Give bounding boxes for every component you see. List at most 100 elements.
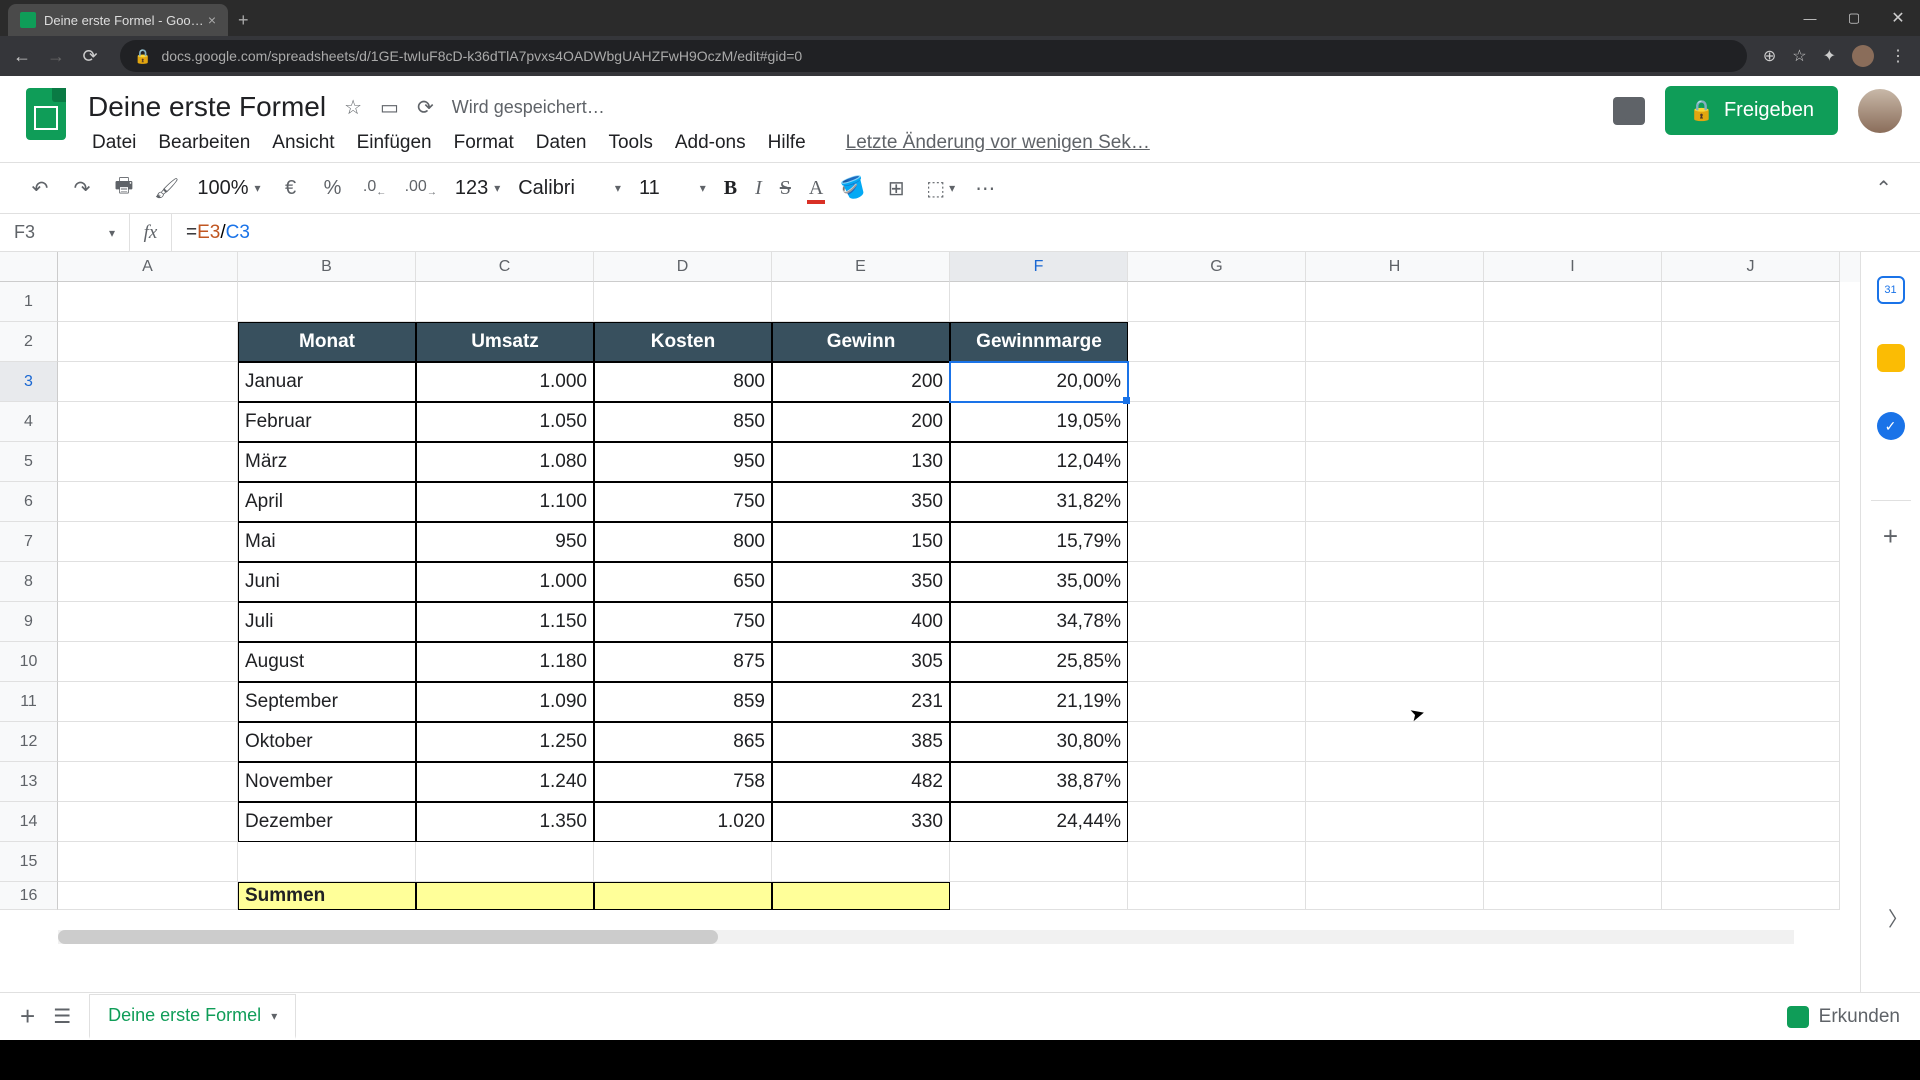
cell-D9[interactable]: 750 [594, 602, 772, 642]
menu-ansicht[interactable]: Ansicht [272, 132, 334, 154]
cell-A2[interactable] [58, 322, 238, 362]
cell-E7[interactable]: 150 [772, 522, 950, 562]
menu-bearbeiten[interactable]: Bearbeiten [158, 132, 250, 154]
cell-C8[interactable]: 1.000 [416, 562, 594, 602]
comments-icon[interactable] [1613, 97, 1645, 125]
addons-plus-button[interactable]: + [1871, 500, 1911, 552]
cell-I4[interactable] [1484, 402, 1662, 442]
cell-A5[interactable] [58, 442, 238, 482]
cell-J7[interactable] [1662, 522, 1840, 562]
cell-C11[interactable]: 1.090 [416, 682, 594, 722]
row-header-15[interactable]: 15 [0, 842, 58, 882]
borders-button[interactable]: ⊞ [884, 176, 908, 201]
cell-B8[interactable]: Juni [238, 562, 416, 602]
cell-B2[interactable]: Monat [238, 322, 416, 362]
cell-D14[interactable]: 1.020 [594, 802, 772, 842]
cell-J2[interactable] [1662, 322, 1840, 362]
cell-J13[interactable] [1662, 762, 1840, 802]
cell-G2[interactable] [1128, 322, 1306, 362]
cell-C14[interactable]: 1.350 [416, 802, 594, 842]
cell-F15[interactable] [950, 842, 1128, 882]
all-sheets-button[interactable]: ☰ [53, 1004, 71, 1029]
cell-A15[interactable] [58, 842, 238, 882]
cell-H7[interactable] [1306, 522, 1484, 562]
cell-G4[interactable] [1128, 402, 1306, 442]
cell-H11[interactable] [1306, 682, 1484, 722]
merge-button[interactable]: ⬚ ▾ [926, 176, 955, 201]
close-window-button[interactable]: ✕ [1876, 0, 1920, 36]
cell-D15[interactable] [594, 842, 772, 882]
cell-E8[interactable]: 350 [772, 562, 950, 602]
cell-J16[interactable] [1662, 882, 1840, 910]
cell-G8[interactable] [1128, 562, 1306, 602]
cell-J5[interactable] [1662, 442, 1840, 482]
column-header-B[interactable]: B [238, 252, 416, 282]
document-title[interactable]: Deine erste Formel [88, 91, 326, 123]
cell-H2[interactable] [1306, 322, 1484, 362]
cell-J4[interactable] [1662, 402, 1840, 442]
cell-F16[interactable] [950, 882, 1128, 910]
row-header-7[interactable]: 7 [0, 522, 58, 562]
cell-F11[interactable]: 21,19% [950, 682, 1128, 722]
cell-G9[interactable] [1128, 602, 1306, 642]
chrome-menu-icon[interactable]: ⋮ [1890, 46, 1906, 66]
cell-C13[interactable]: 1.240 [416, 762, 594, 802]
cell-C12[interactable]: 1.250 [416, 722, 594, 762]
cell-G15[interactable] [1128, 842, 1306, 882]
cell-G10[interactable] [1128, 642, 1306, 682]
cell-I16[interactable] [1484, 882, 1662, 910]
cell-J1[interactable] [1662, 282, 1840, 322]
cell-E15[interactable] [772, 842, 950, 882]
cell-A14[interactable] [58, 802, 238, 842]
cell-B4[interactable]: Februar [238, 402, 416, 442]
cell-F3[interactable]: 20,00% [950, 362, 1128, 402]
column-header-C[interactable]: C [416, 252, 594, 282]
cell-E4[interactable]: 200 [772, 402, 950, 442]
cell-H8[interactable] [1306, 562, 1484, 602]
text-color-button[interactable]: A [809, 177, 823, 200]
cell-I10[interactable] [1484, 642, 1662, 682]
row-header-10[interactable]: 10 [0, 642, 58, 682]
star-icon[interactable]: ☆ [344, 95, 362, 120]
cell-F1[interactable] [950, 282, 1128, 322]
back-button[interactable]: ← [8, 42, 36, 70]
decrease-decimal-button[interactable]: .0← [363, 178, 387, 198]
select-all-corner[interactable] [0, 252, 58, 282]
italic-button[interactable]: I [755, 177, 762, 200]
browser-tab[interactable]: Deine erste Formel - Google Tab × [8, 4, 228, 36]
forward-button[interactable]: → [42, 42, 70, 70]
cell-A4[interactable] [58, 402, 238, 442]
cell-F6[interactable]: 31,82% [950, 482, 1128, 522]
cell-E14[interactable]: 330 [772, 802, 950, 842]
column-header-E[interactable]: E [772, 252, 950, 282]
cell-A13[interactable] [58, 762, 238, 802]
minimize-button[interactable]: — [1788, 0, 1832, 36]
cell-J8[interactable] [1662, 562, 1840, 602]
cell-J15[interactable] [1662, 842, 1840, 882]
row-header-16[interactable]: 16 [0, 882, 58, 910]
cell-C1[interactable] [416, 282, 594, 322]
add-sheet-button[interactable]: + [20, 1001, 35, 1032]
tasks-addon-icon[interactable] [1877, 412, 1905, 440]
cell-B11[interactable]: September [238, 682, 416, 722]
cell-F14[interactable]: 24,44% [950, 802, 1128, 842]
cell-G6[interactable] [1128, 482, 1306, 522]
row-header-3[interactable]: 3 [0, 362, 58, 402]
cell-A3[interactable] [58, 362, 238, 402]
font-size-dropdown[interactable]: 11 ▾ [639, 177, 706, 200]
row-header-2[interactable]: 2 [0, 322, 58, 362]
column-header-A[interactable]: A [58, 252, 238, 282]
horizontal-scrollbar[interactable] [58, 930, 1794, 944]
cell-E6[interactable]: 350 [772, 482, 950, 522]
cell-B10[interactable]: August [238, 642, 416, 682]
cell-A16[interactable] [58, 882, 238, 910]
cell-C16[interactable] [416, 882, 594, 910]
cell-B7[interactable]: Mai [238, 522, 416, 562]
cell-E16[interactable] [772, 882, 950, 910]
cell-B1[interactable] [238, 282, 416, 322]
column-header-J[interactable]: J [1662, 252, 1840, 282]
cell-D5[interactable]: 950 [594, 442, 772, 482]
cell-D13[interactable]: 758 [594, 762, 772, 802]
menu-tools[interactable]: Tools [608, 132, 652, 154]
cell-J6[interactable] [1662, 482, 1840, 522]
